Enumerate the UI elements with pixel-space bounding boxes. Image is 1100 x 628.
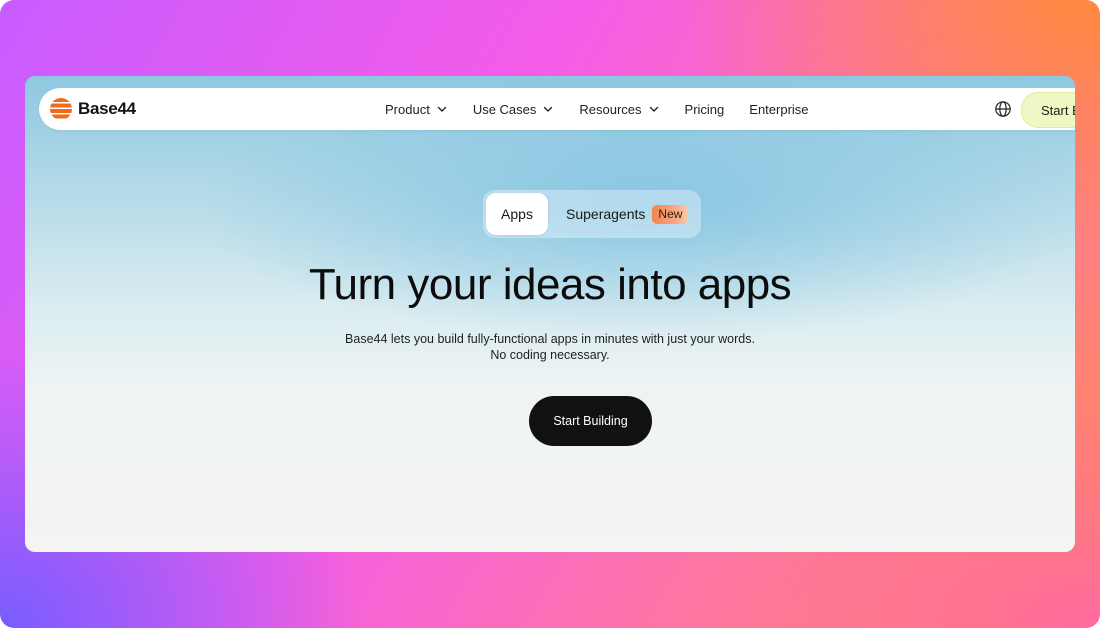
- nav-item-product[interactable]: Product: [385, 102, 448, 117]
- nav-item-label: Resources: [579, 101, 642, 117]
- nav-item-pricing[interactable]: Pricing: [685, 102, 725, 117]
- browser-window: Base44 Product Use Cases Resources Prici…: [25, 76, 1075, 552]
- start-building-button[interactable]: Start Building: [529, 396, 652, 446]
- gradient-backdrop: Base44 Product Use Cases Resources Prici…: [0, 0, 1100, 628]
- brand-name: Base44: [78, 99, 136, 118]
- nav-item-resources[interactable]: Resources: [579, 102, 659, 117]
- hero-subtext: Base44 lets you build fully-functional a…: [25, 331, 1075, 363]
- nav-item-enterprise[interactable]: Enterprise: [749, 102, 808, 117]
- chevron-down-icon: [649, 106, 658, 112]
- nav-item-use-cases[interactable]: Use Cases: [473, 102, 555, 117]
- tab-label: Superagents: [566, 206, 646, 222]
- nav-item-label: Product: [385, 101, 430, 117]
- nav-item-label: Pricing: [684, 101, 725, 117]
- top-navbar: Base44 Product Use Cases Resources Prici…: [39, 88, 1075, 130]
- tab-superagents[interactable]: Superagents New: [566, 190, 689, 238]
- logo[interactable]: Base44: [50, 98, 136, 120]
- new-badge: New: [652, 204, 689, 224]
- tab-label: Apps: [501, 206, 533, 222]
- hero-subtext-line-1: Base44 lets you build fully-functional a…: [345, 332, 755, 346]
- globe-icon[interactable]: [994, 100, 1012, 118]
- nav-item-label: Enterprise: [749, 101, 809, 117]
- start-building-nav-button[interactable]: Start B: [1021, 92, 1075, 128]
- main-menu: Product Use Cases Resources Pricing Ente…: [385, 88, 834, 130]
- chevron-down-icon: [544, 106, 553, 112]
- chevron-down-icon: [437, 106, 447, 112]
- hero-subtext-line-2: No coding necessary.: [490, 348, 610, 362]
- product-toggle: Apps Superagents New: [483, 190, 701, 238]
- nav-item-label: Use Cases: [472, 101, 537, 117]
- tab-apps[interactable]: Apps: [486, 193, 548, 235]
- base44-logo-icon: [50, 98, 72, 120]
- hero-headline: Turn your ideas into apps: [308, 260, 792, 309]
